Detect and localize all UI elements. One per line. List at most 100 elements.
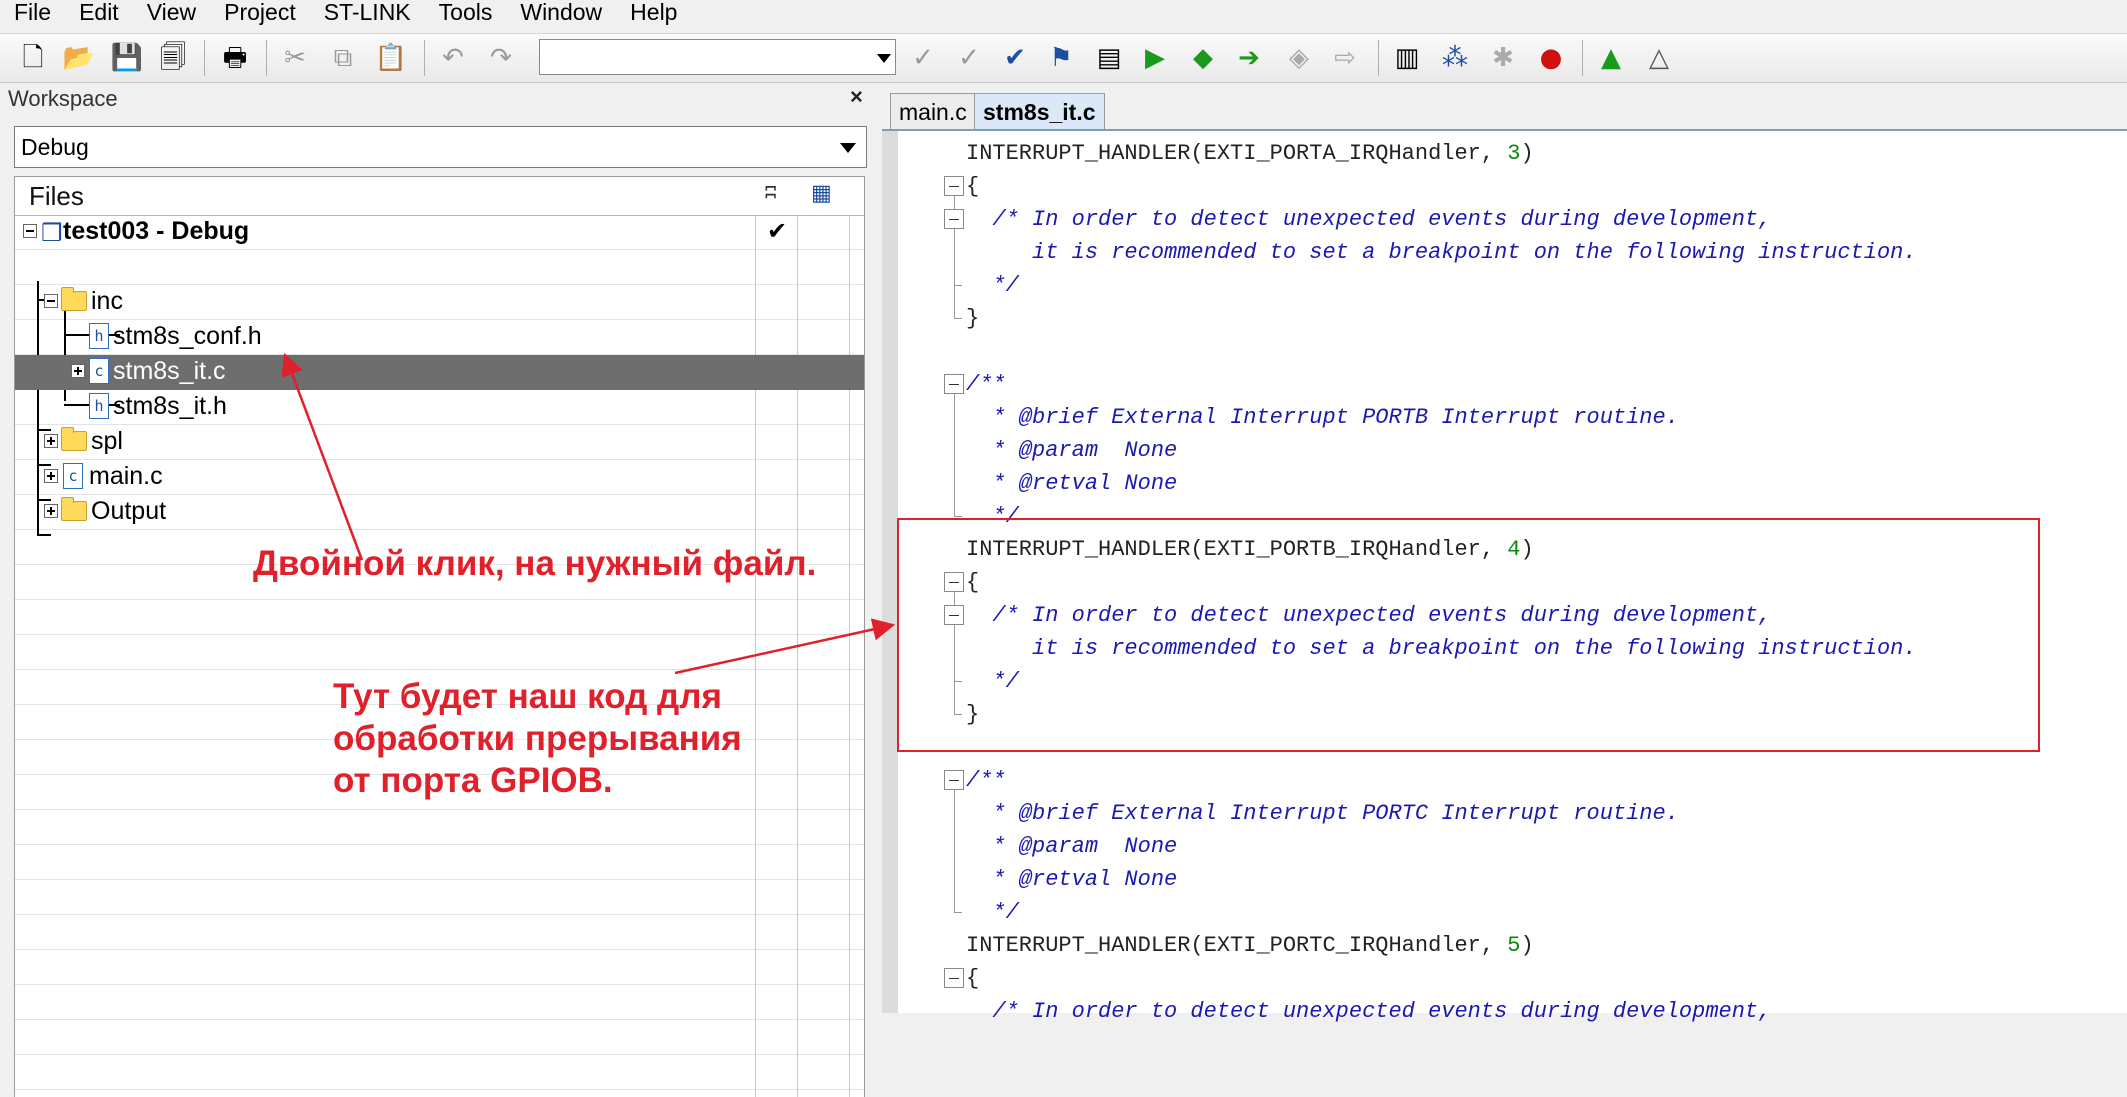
tree-label: test003 - Debug — [63, 217, 250, 245]
code-text: ) — [1520, 141, 1534, 166]
tree-row-project[interactable]: ❒ test003 - Debug ✔ — [15, 215, 864, 250]
download-and-debug-icon[interactable]: ▲ — [1594, 41, 1628, 75]
project-options-icon[interactable]: ▥ — [1390, 41, 1424, 75]
code-line: it is recommended to set a breakpoint on… — [966, 240, 1917, 265]
tree-row-folder-output[interactable]: Output — [15, 495, 864, 530]
toolbar: 🗋 📂 💾 🗐 🖶 ✂ ⧉ 📋 ↶ ↷ ✓ ✓ ✔ ⚑ ▤ ▶ ◆ ➔ ◈ ⇨ … — [0, 33, 2127, 83]
fold-line — [954, 318, 962, 319]
debug-config-icon[interactable]: ⁂ — [1438, 41, 1472, 75]
code-number: 5 — [1507, 933, 1521, 958]
cut-icon[interactable]: ✂ — [278, 41, 312, 75]
tree-row-file[interactable]: h stm8s_it.h — [15, 390, 864, 425]
menu-item-project[interactable]: Project — [210, 0, 310, 24]
tree-row-folder-inc[interactable]: inc — [15, 285, 864, 320]
clean-icon[interactable]: ⇨ — [1328, 41, 1362, 75]
code-line: INTERRUPT_HANDLER(EXTI_PORTA_IRQHandler,… — [966, 137, 1534, 170]
menu-item-tools[interactable]: Tools — [425, 0, 507, 24]
rebuild-icon[interactable]: ◆ — [1186, 41, 1220, 75]
code-line: */ — [966, 273, 1019, 298]
chevron-down-icon[interactable] — [877, 54, 891, 63]
menu-item-edit[interactable]: Edit — [65, 0, 133, 24]
expand-icon[interactable] — [44, 469, 58, 483]
toggle-breakpoint-icon[interactable]: ✔ — [998, 41, 1032, 75]
menu-item-view[interactable]: View — [133, 0, 210, 24]
redo-icon[interactable]: ↷ — [484, 41, 518, 75]
debug-without-download-icon[interactable]: △ — [1642, 41, 1676, 75]
checkmark-icon: ✔ — [767, 217, 788, 245]
fold-collapse-icon[interactable] — [944, 968, 964, 988]
menu-item-help[interactable]: Help — [616, 0, 691, 24]
toolbar-separator — [266, 40, 267, 76]
undo-icon[interactable]: ↶ — [436, 41, 470, 75]
fold-collapse-icon[interactable] — [944, 209, 964, 229]
fold-collapse-icon[interactable] — [944, 176, 964, 196]
save-icon[interactable]: 💾 — [110, 41, 144, 75]
close-icon[interactable]: × — [850, 84, 863, 110]
print-icon[interactable]: 🖶 — [218, 41, 252, 75]
configuration-select[interactable]: Debug — [14, 126, 867, 168]
tree-label: stm8s_it.h — [113, 392, 227, 420]
collapse-icon[interactable] — [44, 294, 58, 308]
flash-icon[interactable]: ✱ — [1486, 41, 1520, 75]
stop-build-icon[interactable]: ◈ — [1282, 41, 1316, 75]
expand-icon[interactable] — [71, 364, 85, 378]
open-folder-icon[interactable]: 📂 — [62, 41, 96, 75]
code-line: /* In order to detect unexpected events … — [966, 999, 1772, 1024]
code-line: */ — [966, 900, 1019, 925]
expand-icon[interactable] — [44, 504, 58, 518]
tab-stm8s-it-c[interactable]: stm8s_it.c — [974, 93, 1105, 129]
menu-item-file[interactable]: File — [0, 0, 65, 24]
code-line: /** — [966, 768, 1006, 793]
tree-row-file-main[interactable]: c main.c — [15, 460, 864, 495]
code-line: * @retval None — [966, 471, 1178, 496]
code-line: /* In order to detect unexpected events … — [966, 207, 1772, 232]
next-bookmark-icon[interactable]: ✓ — [952, 41, 986, 75]
build-icon[interactable]: ▶ — [1138, 41, 1172, 75]
tree-label: Output — [91, 497, 167, 525]
options-column-icon[interactable]: ▦ — [811, 181, 832, 206]
highlight-box — [897, 518, 2040, 752]
tree-row-file[interactable]: h stm8s_conf.h — [15, 320, 864, 355]
fold-line — [954, 516, 962, 517]
expand-icon[interactable] — [44, 434, 58, 448]
copy-icon[interactable]: ⧉ — [326, 41, 360, 75]
chevron-down-icon[interactable] — [840, 143, 856, 153]
code-number: 3 — [1507, 141, 1521, 166]
tab-main-c[interactable]: main.c — [890, 93, 976, 129]
save-all-icon[interactable]: 🗐 — [156, 41, 190, 75]
file-tree: Files ʭ ▦ ❒ test003 - Debug ✔ inc h stm8… — [14, 176, 865, 1097]
code-text: ) — [1520, 933, 1534, 958]
menu-item-stlink[interactable]: ST-LINK — [310, 0, 425, 24]
code-line: * @retval None — [966, 867, 1178, 892]
tree-label: spl — [91, 427, 123, 455]
folder-icon — [61, 287, 87, 311]
tree-label: stm8s_it.c — [113, 357, 226, 385]
toolbar-separator — [424, 40, 425, 76]
code-line: * @param None — [966, 438, 1178, 463]
code-line: { — [966, 966, 980, 991]
fold-collapse-icon[interactable] — [944, 770, 964, 790]
tree-row-file-selected[interactable]: c stm8s_it.c — [15, 355, 864, 390]
new-file-icon[interactable]: 🗋 — [16, 41, 50, 75]
h-file-icon: h — [89, 323, 109, 349]
tree-row-folder-spl[interactable]: spl — [15, 425, 864, 460]
breakpoint-icon[interactable]: ● — [1534, 41, 1568, 75]
build-status-column-icon[interactable]: ʭ — [765, 181, 776, 206]
fold-line — [954, 229, 955, 285]
fold-collapse-icon[interactable] — [944, 374, 964, 394]
paste-icon[interactable]: 📋 — [374, 41, 408, 75]
code-line: * @brief External Interrupt PORTB Interr… — [966, 405, 1679, 430]
menu-item-window[interactable]: Window — [506, 0, 616, 24]
make-icon[interactable]: ➔ — [1232, 41, 1266, 75]
code-line: { — [966, 174, 980, 199]
compile-icon[interactable]: ▤ — [1092, 41, 1126, 75]
code-line: INTERRUPT_HANDLER(EXTI_PORTC_IRQHandler,… — [966, 929, 1534, 962]
breakpoint-list-icon[interactable]: ⚑ — [1044, 41, 1078, 75]
annotation-code-here-2: обработки прерывания — [333, 719, 742, 758]
editor-margin — [882, 131, 898, 1013]
toggle-bookmark-icon[interactable]: ✓ — [906, 41, 940, 75]
fold-line — [954, 790, 955, 912]
annotation-code-here-1: Тут будет наш код для — [333, 677, 722, 716]
find-combobox[interactable] — [539, 39, 896, 75]
collapse-icon[interactable] — [23, 224, 37, 238]
